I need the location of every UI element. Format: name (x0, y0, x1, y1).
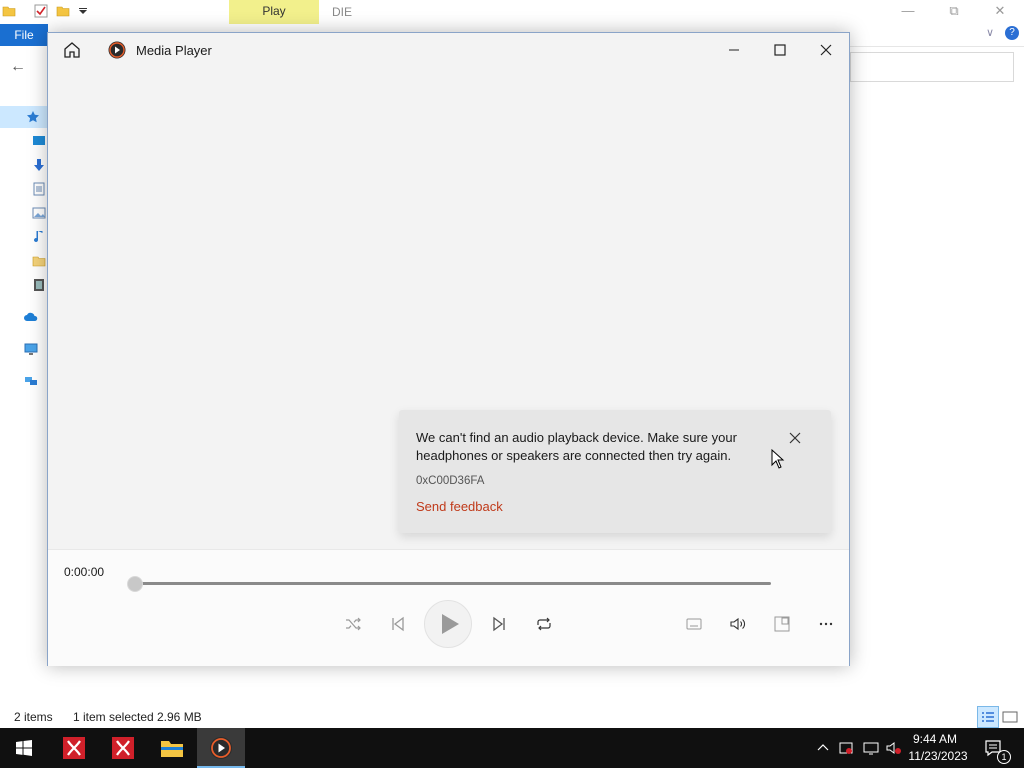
more-ellipsis-icon (819, 622, 833, 626)
media-player-app-icon (210, 737, 232, 759)
pdf-reader-icon (112, 737, 134, 759)
mini-player-icon (774, 616, 790, 632)
captions-button[interactable] (678, 608, 710, 640)
pdf-reader-icon (63, 737, 85, 759)
minimize-icon (729, 49, 739, 51)
notification-count-badge: 1 (997, 750, 1011, 764)
media-player-titlebar: Media Player (48, 33, 849, 67)
next-button[interactable] (483, 608, 515, 640)
status-size: 2.96 MB (157, 710, 202, 724)
explorer-close-button[interactable]: ✕ (977, 0, 1023, 24)
error-code: 0xC00D36FA (416, 475, 485, 487)
play-button[interactable] (424, 600, 472, 648)
play-icon (442, 614, 459, 634)
ribbon-context-tab-play[interactable]: Play (229, 0, 319, 24)
ribbon-file-tab[interactable]: File (0, 24, 48, 46)
music-note-icon[interactable] (32, 230, 46, 244)
videos-film-icon[interactable] (32, 278, 46, 292)
audio-device-error-toast: We can't find an audio playback device. … (399, 410, 831, 533)
error-message: We can't find an audio playback device. … (416, 430, 737, 463)
home-icon[interactable] (62, 41, 82, 59)
properties-checkmark-icon[interactable] (34, 4, 48, 18)
explorer-window-title: DIE (332, 5, 353, 19)
mp-minimize-button[interactable] (711, 33, 757, 67)
desktop-icon[interactable] (32, 134, 46, 148)
taskbar-app-file-explorer[interactable] (148, 728, 196, 768)
back-arrow-icon[interactable]: ← (10, 58, 26, 76)
status-selection: 1 item selected (73, 710, 154, 724)
show-hidden-icons-chevron-icon[interactable] (815, 740, 831, 756)
previous-icon (392, 616, 404, 632)
large-icons-view-icon (1002, 711, 1018, 723)
taskbar-clock-date[interactable]: 11/23/2023 (900, 749, 976, 763)
help-icon[interactable]: ? (1005, 26, 1019, 40)
playback-controls-bar: 0:00:00 (48, 549, 849, 666)
mp-close-button[interactable] (803, 33, 849, 67)
media-player-window: Media Player We can't find an audio play… (47, 32, 850, 666)
file-explorer-folder-icon (161, 741, 183, 757)
taskbar-app-pdf-reader[interactable] (50, 728, 98, 768)
elapsed-time: 0:00:00 (64, 565, 105, 579)
taskbar-clock-time[interactable]: 9:44 AM (900, 732, 970, 746)
taskbar (0, 728, 1024, 768)
explorer-search-box[interactable] (850, 52, 1014, 82)
next-icon (493, 616, 505, 632)
network-tray-icon[interactable] (863, 740, 879, 756)
large-icons-view-button[interactable] (999, 706, 1021, 728)
close-icon (820, 44, 832, 56)
repeat-icon (537, 617, 551, 631)
nav-pane-quick-access-selected[interactable] (0, 106, 48, 128)
previous-button[interactable] (382, 608, 414, 640)
dismiss-close-icon[interactable] (787, 430, 803, 446)
onedrive-cloud-icon[interactable] (24, 310, 38, 324)
seek-bar-track[interactable] (134, 582, 771, 585)
downloads-arrow-icon[interactable] (32, 158, 46, 172)
new-folder-icon[interactable] (56, 4, 70, 18)
shuffle-button[interactable] (337, 608, 369, 640)
volume-button[interactable] (722, 608, 754, 640)
quick-access-star-icon (27, 111, 39, 123)
taskbar-app-media-player[interactable] (197, 728, 245, 768)
maximize-icon (774, 44, 786, 56)
explorer-quick-access-toolbar (0, 0, 1024, 24)
taskbar-app-pdf-reader-2[interactable] (99, 728, 147, 768)
explorer-restore-button[interactable]: ⧉ (931, 0, 977, 24)
explorer-minimize-button[interactable]: — (885, 0, 931, 24)
details-view-icon (982, 712, 994, 722)
start-button[interactable] (0, 728, 48, 768)
shuffle-icon (346, 617, 361, 631)
customize-dropdown-icon[interactable] (76, 4, 90, 18)
mouse-cursor-icon (771, 449, 785, 469)
mp-maximize-button[interactable] (757, 33, 803, 67)
mini-player-button[interactable] (766, 608, 798, 640)
status-item-count: 2 items (14, 710, 53, 724)
media-player-app-icon (108, 41, 126, 59)
documents-icon[interactable] (32, 182, 46, 196)
repeat-button[interactable] (528, 608, 560, 640)
this-pc-monitor-icon[interactable] (24, 342, 38, 356)
windows-logo-icon (16, 740, 32, 756)
details-view-button[interactable] (977, 706, 999, 728)
security-tray-icon[interactable] (838, 740, 854, 756)
network-icon[interactable] (24, 374, 38, 388)
more-options-button[interactable] (810, 608, 842, 640)
folder-icon[interactable] (32, 254, 46, 268)
volume-icon (730, 617, 745, 631)
media-player-title: Media Player (136, 43, 212, 58)
ribbon-expand-chevron-icon[interactable]: ∨ (986, 26, 994, 39)
captions-icon (686, 618, 702, 630)
send-feedback-link[interactable]: Send feedback (416, 499, 503, 514)
pictures-icon[interactable] (32, 206, 46, 220)
seek-bar-thumb[interactable] (127, 576, 143, 592)
folder-icon[interactable] (2, 4, 16, 18)
